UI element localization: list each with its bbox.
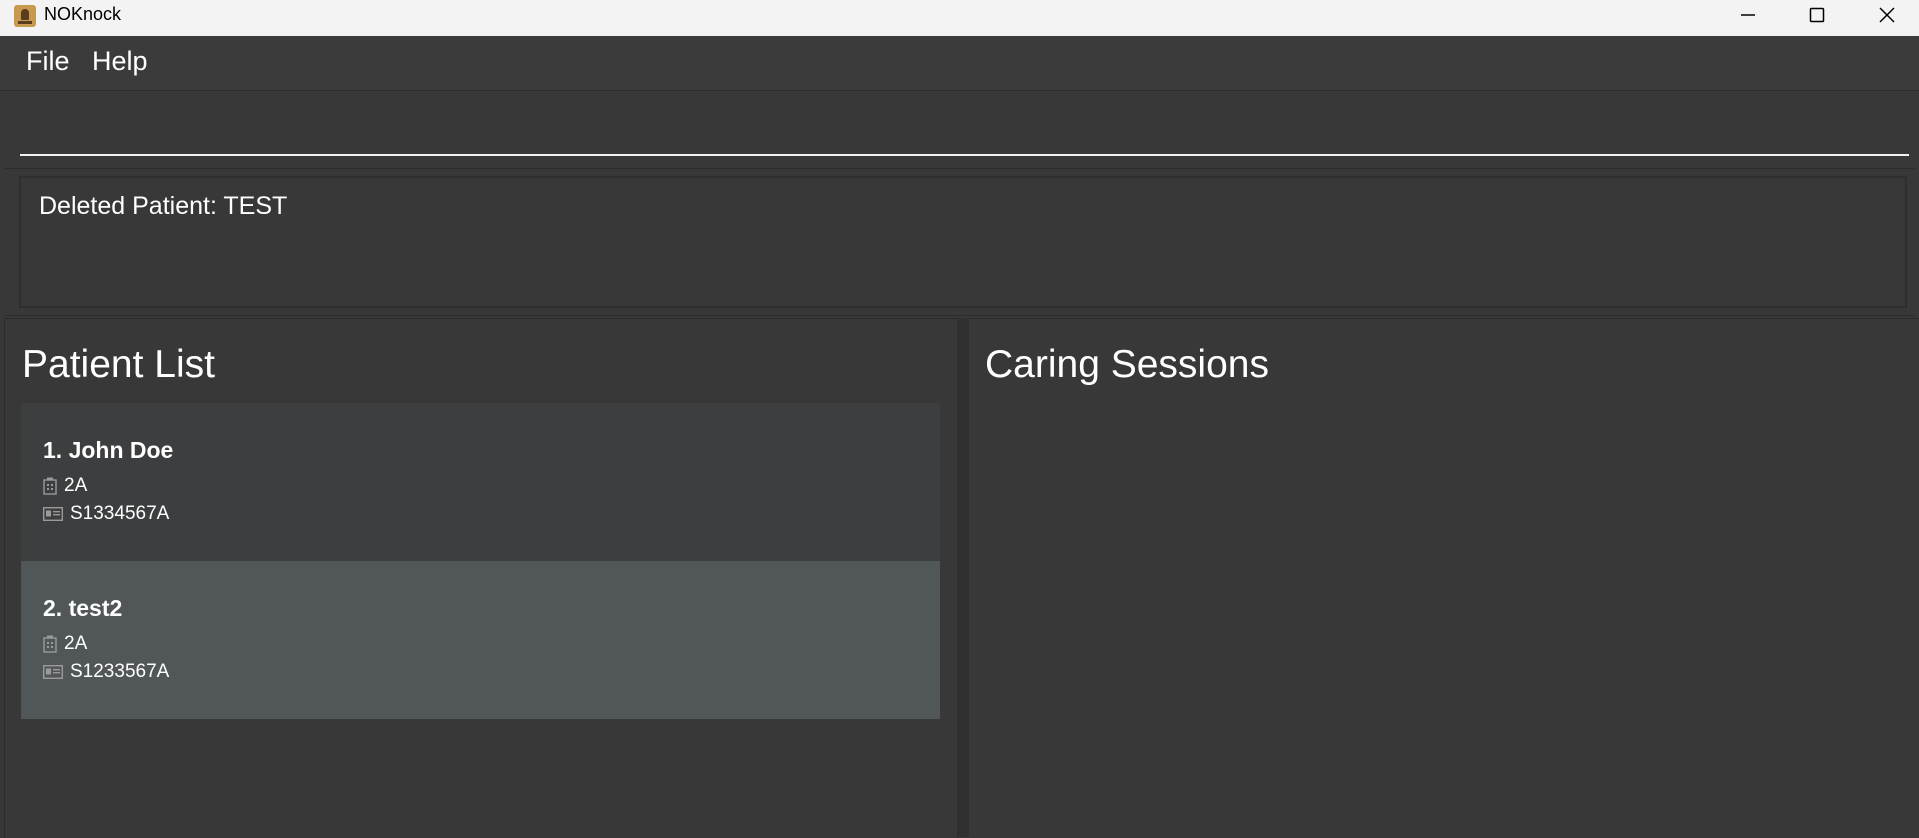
split-pane-divider[interactable] — [957, 318, 969, 837]
close-button[interactable] — [1852, 0, 1919, 30]
id-card-icon — [43, 665, 63, 679]
command-input[interactable] — [20, 100, 1909, 156]
result-display: Deleted Patient: TEST — [19, 176, 1907, 308]
hospital-icon — [43, 635, 57, 653]
menu-help[interactable]: Help — [92, 46, 148, 77]
patient-ic-text: S1334567A — [70, 503, 170, 524]
hospital-icon — [43, 477, 57, 495]
patient-ic: S1233567A — [43, 661, 169, 683]
patient-list-panel: Patient List 1. John Doe 2A S1334567A 2.… — [4, 318, 958, 838]
patient-list-title: Patient List — [22, 343, 215, 386]
maximize-button[interactable] — [1782, 0, 1852, 30]
patient-card[interactable]: 1. John Doe 2A S1334567A — [21, 403, 940, 561]
patient-ward-text: 2A — [64, 633, 88, 654]
patient-ic-text: S1233567A — [70, 661, 170, 682]
patient-ward-text: 2A — [64, 475, 88, 496]
result-message: Deleted Patient: TEST — [39, 192, 288, 220]
app-logo-icon — [14, 5, 36, 27]
maximize-icon — [1809, 7, 1825, 23]
close-icon — [1879, 7, 1895, 23]
patient-list[interactable]: 1. John Doe 2A S1334567A 2. test2 2A S12… — [21, 403, 940, 719]
patient-card[interactable]: 2. test2 2A S1233567A — [21, 561, 940, 719]
window-title: NOKnock — [44, 4, 122, 24]
title-bar: NOKnock — [0, 0, 1919, 36]
patient-ic: S1334567A — [43, 503, 169, 525]
patient-name: 1. John Doe — [43, 437, 174, 463]
caring-sessions-panel: Caring Sessions — [969, 318, 1919, 838]
menu-file[interactable]: File — [26, 46, 70, 77]
caring-sessions-title: Caring Sessions — [985, 343, 1269, 386]
id-card-icon — [43, 507, 63, 521]
patient-ward: 2A — [43, 475, 87, 497]
menu-bar: File Help — [0, 36, 1919, 91]
minimize-icon — [1741, 14, 1755, 16]
minimize-button[interactable] — [1713, 0, 1783, 30]
patient-ward: 2A — [43, 633, 87, 655]
patient-name: 2. test2 — [43, 595, 123, 621]
